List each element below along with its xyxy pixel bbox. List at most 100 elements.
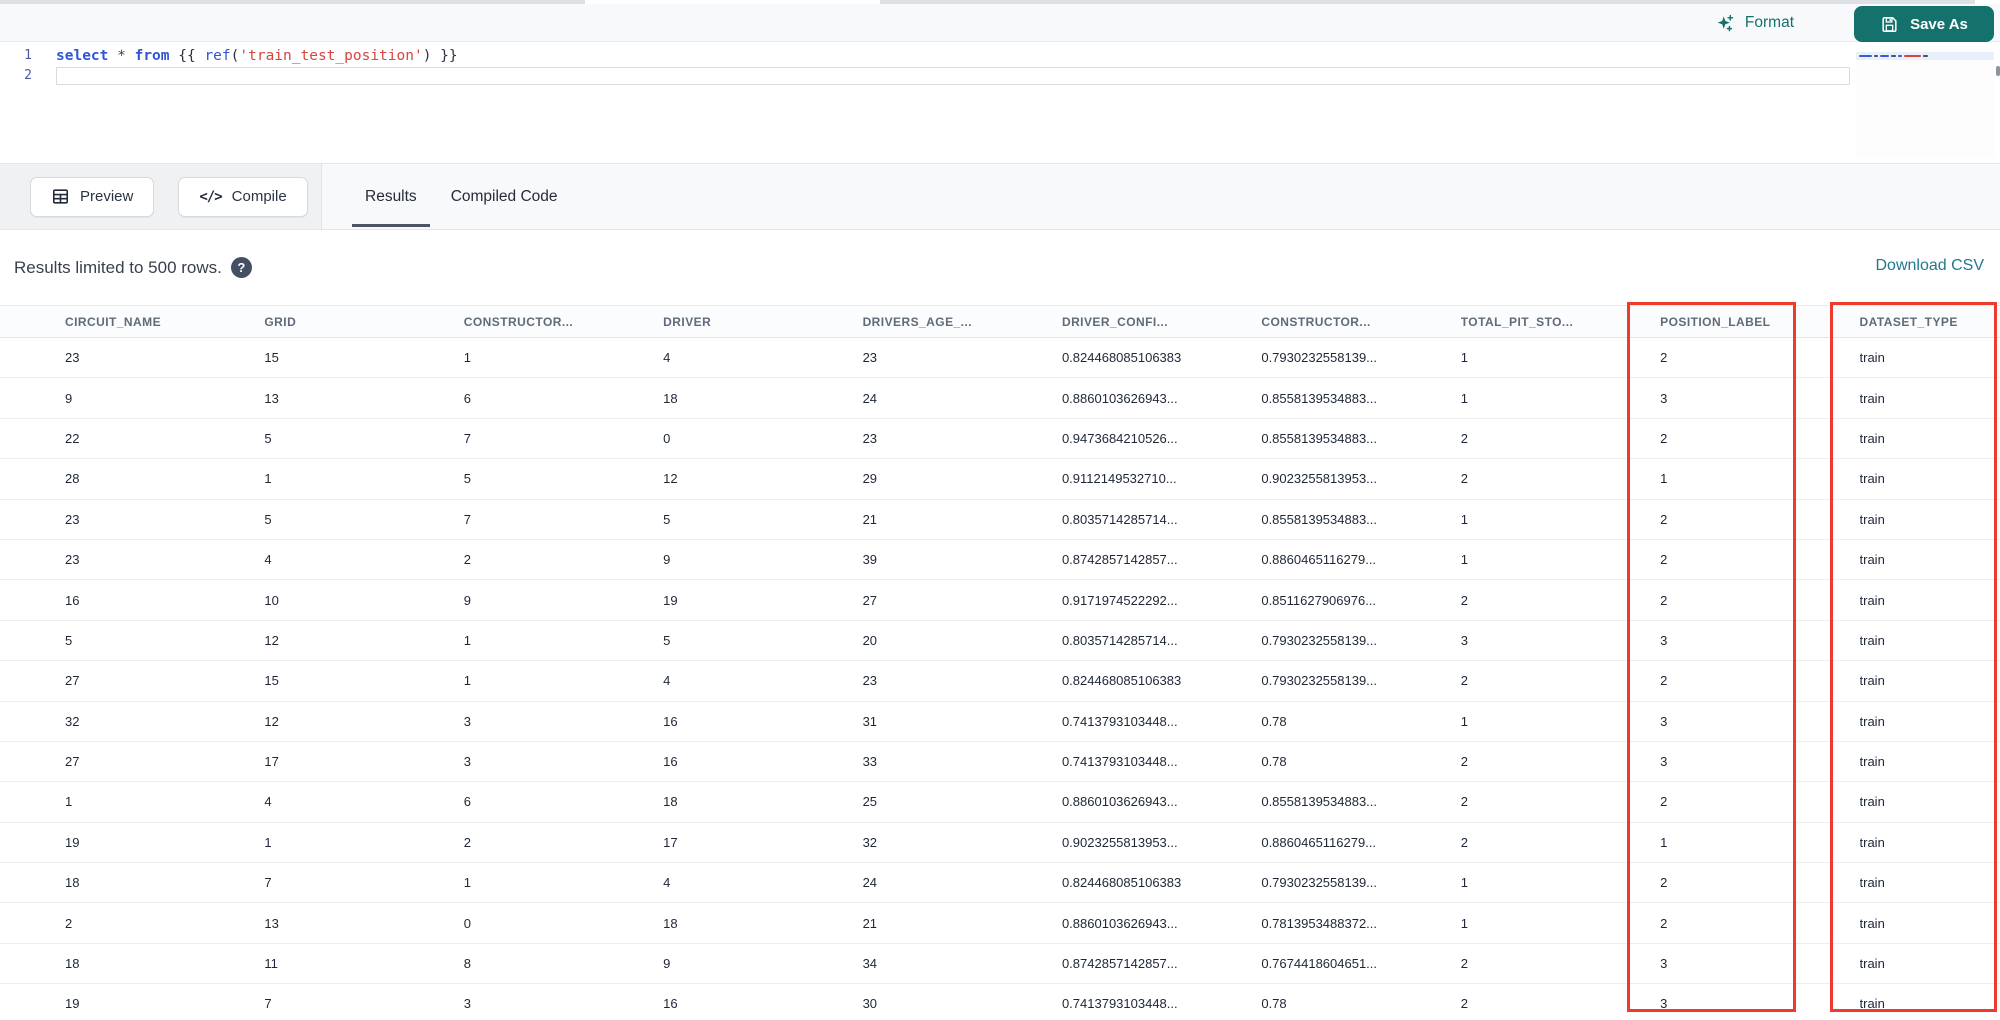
table-cell: 2 [463, 552, 472, 568]
results-toolbar: Preview </> Compile Results Compiled Cod… [0, 163, 2000, 230]
table-cell: 24 [862, 390, 878, 406]
column-header-total-pit-sto[interactable]: TOTAL_PIT_STO... [1461, 315, 1660, 329]
column-header-constructor[interactable]: CONSTRUCTOR... [1261, 315, 1460, 329]
table-cell: 5 [663, 632, 671, 648]
table-cell: 2 [1660, 794, 1668, 810]
table-cell: 0.78 [1261, 996, 1287, 1012]
table-cell: 0.8558139534883... [1261, 390, 1378, 406]
table-cell: 23 [862, 350, 878, 366]
table-cell: 3 [1660, 996, 1668, 1012]
table-row: 18 7 1 4 24 0.824468085106383 0.7930232558139.… [0, 863, 2000, 904]
table-cell: train [1859, 592, 1885, 608]
download-csv-link[interactable]: Download CSV [1876, 257, 1985, 275]
table-cell: 28 [65, 471, 80, 487]
table-cell: 0.824468085106383 [1061, 875, 1182, 891]
table-cell: 2 [1460, 794, 1468, 810]
tab-compiled-code[interactable]: Compiled Code [434, 164, 575, 229]
table-cell: 3 [463, 754, 472, 770]
table-cell: 1 [65, 794, 73, 810]
table-cell: train [1859, 350, 1885, 366]
scrollbar-thumb[interactable] [1996, 66, 2000, 76]
column-header-constructor[interactable]: CONSTRUCTOR... [464, 315, 663, 329]
save-as-button[interactable]: Save As [1854, 6, 1994, 42]
code-token: {{ [169, 48, 205, 64]
column-header-circuit-name[interactable]: CIRCUIT_NAME [65, 315, 264, 329]
column-header-drivers-age[interactable]: DRIVERS_AGE_... [863, 315, 1062, 329]
tab-results[interactable]: Results [348, 164, 434, 229]
preview-label: Preview [80, 188, 134, 205]
table-cell: 3 [463, 996, 472, 1012]
editor-scrollbar[interactable] [1995, 42, 2000, 163]
code-editor[interactable]: 1 2 select * from {{ ref('train_test_pos… [0, 42, 2000, 163]
table-cell: 2 [1460, 592, 1468, 608]
table-cell: 1 [264, 834, 272, 850]
results-table: CIRCUIT_NAME GRID CONSTRUCTOR... DRIVER DRIV… [0, 305, 2000, 1020]
table-cell: 2 [1660, 673, 1668, 689]
column-header-position-label[interactable]: POSITION_LABEL [1660, 315, 1859, 329]
table-cell: 0.8860103626943... [1061, 390, 1178, 406]
results-tabs: Results Compiled Code [348, 164, 575, 229]
table-row: 5 12 1 5 20 0.8035714285714... 0.7930232558139… [0, 621, 2000, 662]
table-cell: 1 [1660, 471, 1668, 487]
table-cell: 0.8511627906976... [1261, 592, 1377, 608]
table-cell: 0.7813953488372... [1261, 915, 1378, 931]
table-cell: 4 [663, 875, 671, 891]
table-cell: 1 [1660, 834, 1668, 850]
compile-button[interactable]: </> Compile [178, 176, 308, 217]
minimap-token [1923, 54, 1928, 58]
format-button[interactable]: Format [1715, 13, 1794, 34]
code-region[interactable]: select * from {{ ref('train_test_positio… [56, 46, 1850, 87]
code-line-1: select * from {{ ref('train_test_positio… [56, 46, 1850, 66]
table-row: 19 1 2 17 32 0.9023255813953... 0.886046511627… [0, 823, 2000, 864]
table-cell: train [1859, 673, 1885, 689]
preview-button[interactable]: Preview [30, 176, 155, 217]
table-cell: 24 [862, 875, 878, 891]
table-cell: 0.9171974522292... [1061, 592, 1178, 608]
table-cell: train [1859, 713, 1885, 729]
table-cell: 18 [663, 390, 678, 406]
table-cell: 12 [663, 471, 678, 487]
table-row: 2 13 0 18 21 0.8860103626943... 0.781395348837… [0, 903, 2000, 944]
table-cell: 0.824468085106383 [1061, 350, 1182, 366]
table-cell: 2 [1660, 592, 1668, 608]
table-cell: 17 [663, 834, 678, 850]
table-cell: 2 [1660, 511, 1668, 527]
table-cell: 3 [1660, 754, 1668, 770]
table-cell: 18 [65, 875, 80, 891]
table-cell: 2 [1460, 956, 1468, 972]
table-cell: 9 [463, 592, 472, 608]
results-meta-bar: Results limited to 500 rows. ? Download … [0, 231, 2000, 305]
table-row: 27 17 3 16 33 0.7413793103448... 0.78 2 3 train [0, 742, 2000, 783]
line-number-gutter: 1 2 [0, 46, 42, 86]
line-number: 1 [24, 48, 32, 63]
table-row: 1 4 6 18 25 0.8860103626943... 0.8558139534883… [0, 782, 2000, 823]
table-cell: 0 [663, 430, 671, 446]
table-cell: 0.78 [1261, 713, 1287, 729]
table-cell: 13 [264, 390, 279, 406]
table-cell: 29 [862, 471, 878, 487]
table-cell: train [1859, 390, 1885, 406]
column-header-dataset-type[interactable]: DATASET_TYPE [1860, 315, 2000, 329]
table-cell: train [1859, 834, 1885, 850]
code-token: ) [422, 48, 441, 64]
table-cell: 0.7413793103448... [1061, 754, 1178, 770]
table-cell: 25 [862, 794, 878, 810]
table-cell: train [1859, 754, 1885, 770]
column-header-driver[interactable]: DRIVER [663, 315, 862, 329]
table-cell: 1 [463, 673, 472, 689]
table-cell: 3 [1660, 390, 1668, 406]
table-cell: train [1859, 511, 1885, 527]
help-icon[interactable]: ? [230, 257, 252, 278]
table-cell: 23 [862, 430, 878, 446]
table-cell: 23 [65, 552, 80, 568]
column-header-driver-confi[interactable]: DRIVER_CONFI... [1062, 315, 1261, 329]
table-cell: 3 [1660, 956, 1668, 972]
table-row: 23 5 7 5 21 0.8035714285714... 0.8558139534883… [0, 500, 2000, 540]
column-header-grid[interactable]: GRID [264, 315, 463, 329]
table-cell: 0.8558139534883... [1261, 511, 1378, 527]
table-cell: 23 [65, 511, 80, 527]
editor-minimap[interactable] [1856, 46, 1994, 158]
table-body: 23 15 1 4 23 0.824468085106383 0.7930232558139… [0, 338, 2000, 1020]
table-cell: 0.8860103626943... [1061, 794, 1178, 810]
